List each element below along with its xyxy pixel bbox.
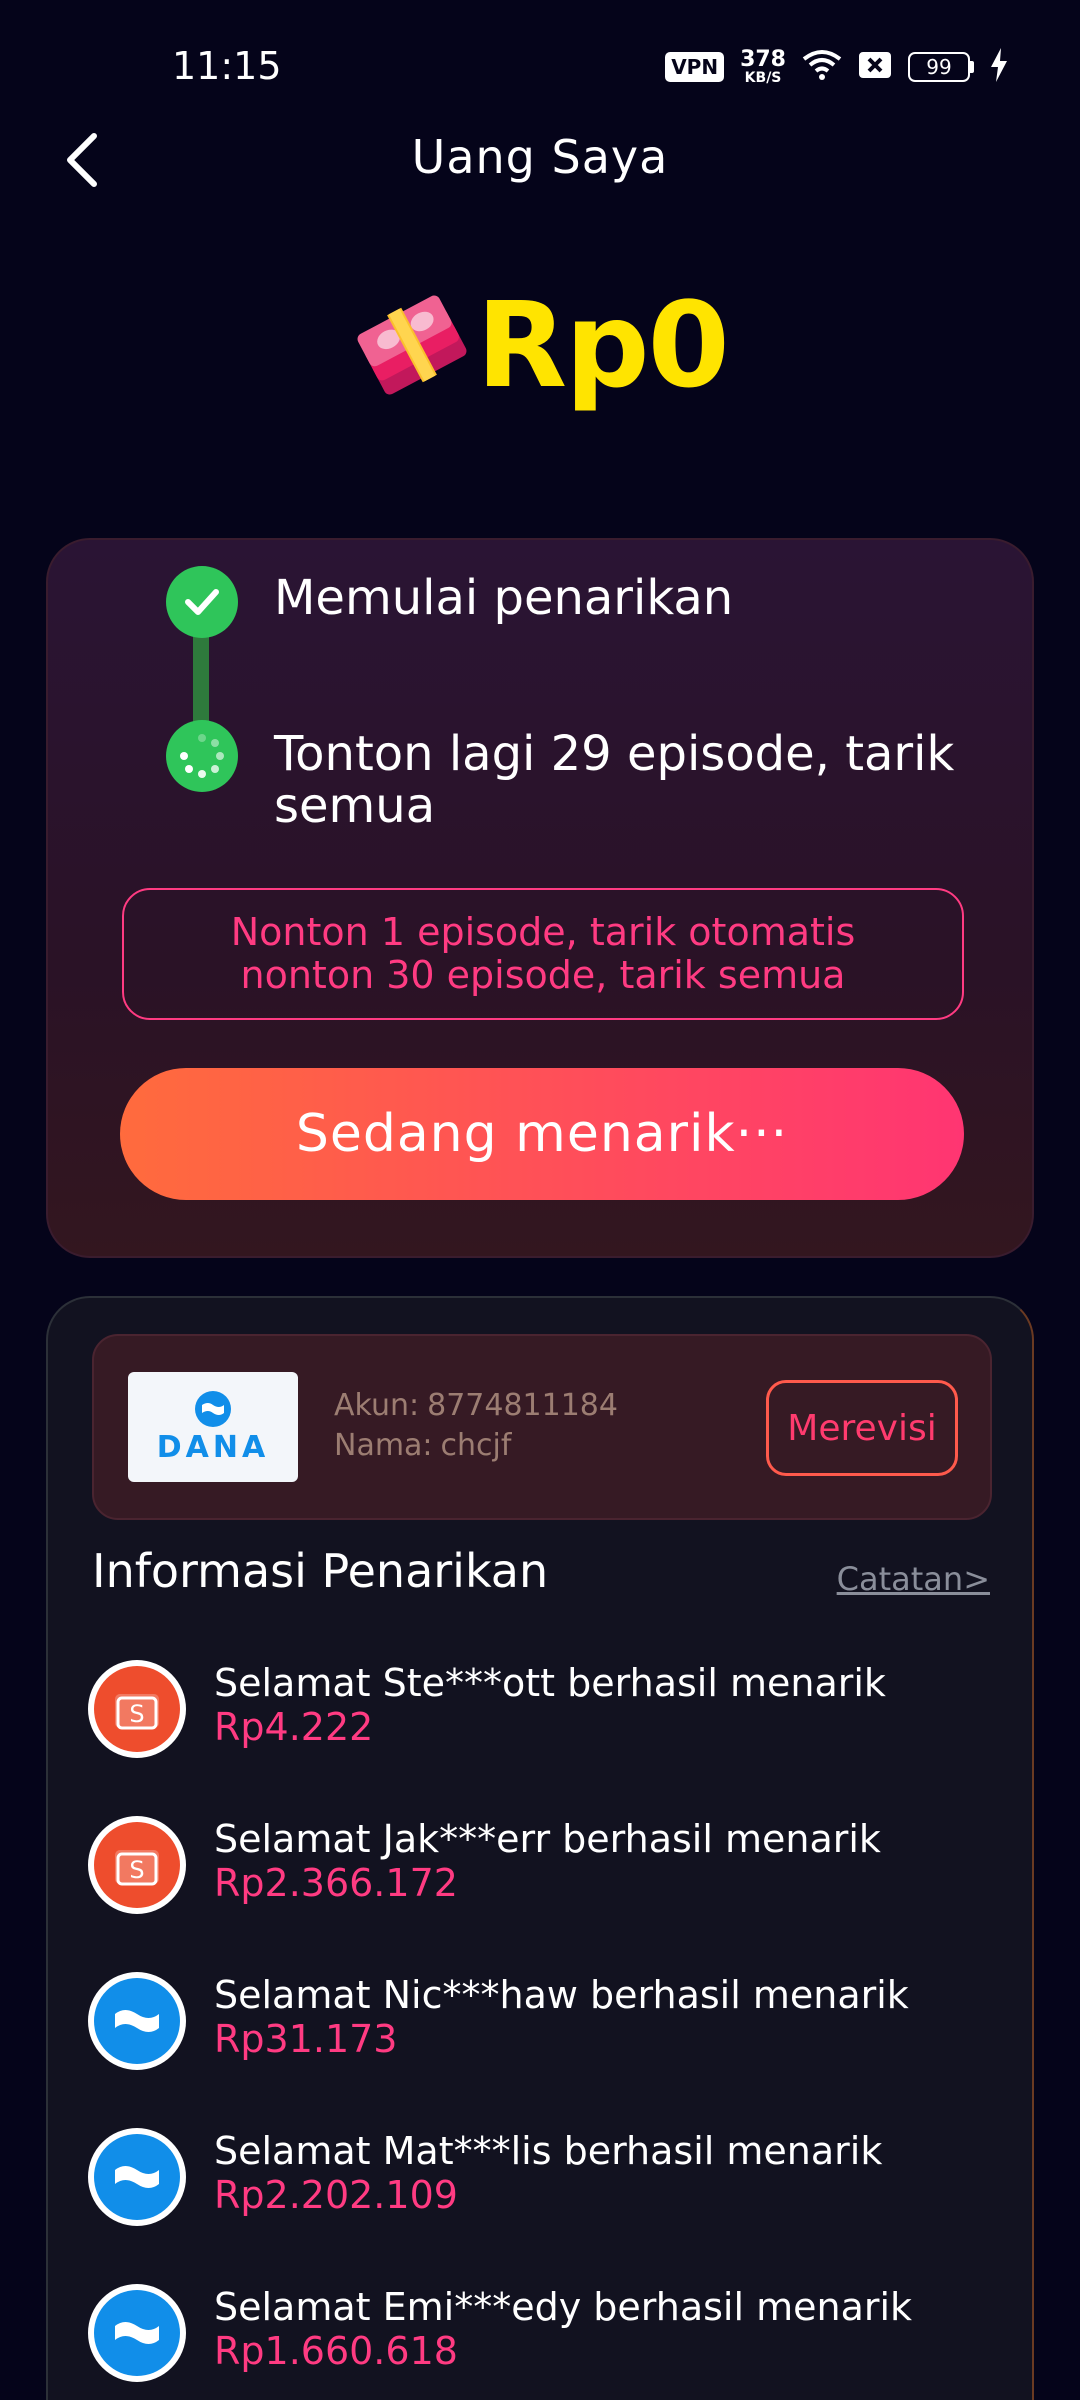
withdraw-button[interactable]: Sedang menarik··· — [120, 1068, 964, 1200]
network-speed-value: 378 — [740, 47, 786, 72]
list-item-amount: Rp1.660.618 — [214, 2329, 458, 2373]
step-done-icon — [166, 566, 238, 638]
dana-icon — [88, 2284, 186, 2382]
balance: Rp0 — [0, 270, 1080, 420]
records-link[interactable]: Catatan> — [837, 1560, 990, 1598]
rule-line: Nonton 1 episode, tarik otomatis — [230, 910, 856, 954]
status-bar: 11:15 VPN 378 KB/S 99 — [0, 0, 1080, 130]
withdraw-feed: S Selamat Ste***ott berhasil menarik Rp4… — [88, 1654, 988, 2400]
withdraw-rule-box: Nonton 1 episode, tarik otomatis nonton … — [122, 888, 964, 1020]
status-time: 11:15 — [172, 44, 282, 88]
network-speed: 378 KB/S — [740, 47, 786, 86]
list-item-amount: Rp2.202.109 — [214, 2173, 458, 2217]
page-title: Uang Saya — [411, 130, 669, 184]
list-item: Selamat Mat***lis berhasil menarik Rp2.2… — [88, 2122, 988, 2278]
account-name: chcjf — [440, 1428, 512, 1463]
shopeepay-icon: S — [88, 1660, 186, 1758]
loading-spinner-icon — [166, 720, 238, 792]
withdraw-info-card: DANA Akun: 8774811184 Nama: chcjf Merevi… — [46, 1296, 1034, 2400]
network-speed-unit: KB/S — [744, 70, 782, 86]
svg-text:S: S — [129, 1856, 144, 1884]
dana-icon — [195, 1390, 231, 1427]
dana-icon — [88, 1972, 186, 2070]
account-box: DANA Akun: 8774811184 Nama: chcjf Merevi… — [92, 1334, 992, 1520]
account-number: 8774811184 — [427, 1388, 618, 1423]
step-label: Tonton lagi 29 episode, tarik semua — [274, 726, 955, 834]
sim-blocked-icon — [858, 50, 892, 84]
screen: 11:15 VPN 378 KB/S 99 Uang Saya Rp0 Memu… — [0, 0, 1080, 2400]
revise-button[interactable]: Merevisi — [766, 1380, 958, 1476]
status-icons: VPN 378 KB/S 99 — [665, 48, 1008, 86]
name-label: Nama: — [334, 1428, 433, 1463]
list-item-text: Selamat Jak***err berhasil menarik — [214, 1817, 881, 1861]
svg-text:S: S — [129, 1700, 144, 1728]
vpn-icon: VPN — [665, 52, 725, 82]
account-label: Akun: — [334, 1388, 420, 1423]
withdraw-progress-card: Memulai penarikan Tonton lagi 29 episode… — [46, 538, 1034, 1258]
list-item: Selamat Emi***edy berhasil menarik Rp1.6… — [88, 2278, 988, 2400]
section-title: Informasi Penarikan — [92, 1544, 549, 1598]
step-label: Memulai penarikan — [274, 570, 734, 626]
list-item-amount: Rp31.173 — [214, 2017, 398, 2061]
list-item-text: Selamat Ste***ott berhasil menarik — [214, 1661, 886, 1705]
rule-line: nonton 30 episode, tarik semua — [240, 953, 846, 997]
balance-amount: Rp0 — [476, 276, 729, 414]
battery-level: 99 — [908, 52, 970, 82]
list-item: S Selamat Jak***err berhasil menarik Rp2… — [88, 1810, 988, 1966]
dana-logo: DANA — [128, 1372, 298, 1482]
shopeepay-icon: S — [88, 1816, 186, 1914]
header: Uang Saya — [0, 120, 1080, 200]
list-item-text: Selamat Nic***haw berhasil menarik — [214, 1973, 909, 2017]
dana-logo-text: DANA — [156, 1429, 270, 1465]
list-item-text: Selamat Emi***edy berhasil menarik — [214, 2285, 913, 2329]
account-details: Akun: 8774811184 Nama: chcjf — [334, 1386, 618, 1466]
list-item-text: Selamat Mat***lis berhasil menarik — [214, 2129, 883, 2173]
money-stack-icon — [357, 295, 467, 395]
battery-icon: 99 — [908, 52, 974, 82]
list-item: S Selamat Ste***ott berhasil menarik Rp4… — [88, 1654, 988, 1810]
list-item-amount: Rp2.366.172 — [214, 1861, 458, 1905]
charging-icon — [990, 48, 1008, 86]
list-item-amount: Rp4.222 — [214, 1705, 374, 1749]
dana-icon — [88, 2128, 186, 2226]
list-item: Selamat Nic***haw berhasil menarik Rp31.… — [88, 1966, 988, 2122]
wifi-icon — [802, 49, 842, 85]
